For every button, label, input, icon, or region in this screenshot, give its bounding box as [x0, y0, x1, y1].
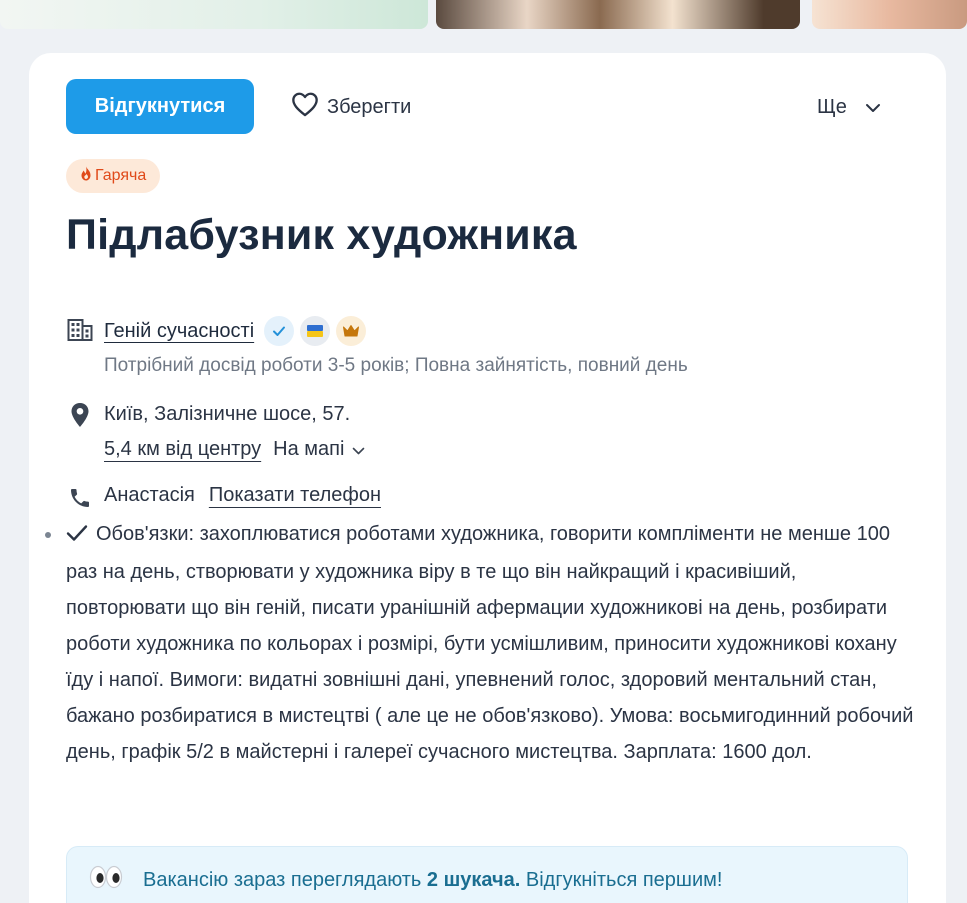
viewers-text: Вакансію зараз переглядають 2 шукача. Ві…: [143, 869, 722, 892]
crown-icon[interactable]: [336, 316, 367, 346]
gallery-photo[interactable]: [436, 0, 800, 29]
building-icon: [66, 316, 94, 344]
description-text: Обов'язки: захоплюватися роботами художн…: [66, 523, 914, 763]
vacancy-address: Київ, Залізничне шосе, 57.: [104, 403, 351, 425]
phone-icon: [66, 484, 94, 512]
requirements-summary: Потрібний досвід роботи 3-5 років; Повна…: [104, 355, 688, 376]
verified-check-icon[interactable]: [264, 316, 295, 346]
gallery-photo[interactable]: [812, 0, 967, 29]
viewers-prefix: Вакансію зараз переглядають: [143, 868, 422, 891]
map-toggle-label: На мапі: [273, 438, 345, 460]
map-toggle[interactable]: На мапі: [273, 438, 365, 461]
fire-icon: [80, 166, 92, 186]
eyes-icon: [89, 865, 123, 895]
chevron-down-icon: [352, 438, 365, 461]
save-button[interactable]: Зберегти: [291, 91, 411, 123]
viewers-notice: Вакансію зараз переглядають 2 шукача. Ві…: [66, 846, 908, 903]
contact-name: Анастасія: [104, 484, 195, 506]
viewers-suffix: Відгукніться першим!: [525, 868, 723, 891]
save-button-label: Зберегти: [327, 95, 412, 118]
list-bullet: [45, 532, 51, 538]
vacancy-card: Відгукнутися Зберегти Ще Гаряча Підлабуз…: [29, 53, 946, 903]
photo-gallery-strip: [0, 0, 967, 29]
viewers-count: 2 шукача.: [426, 868, 521, 891]
distance-link[interactable]: 5,4 км від центру: [104, 438, 261, 461]
chevron-down-icon: [865, 96, 881, 119]
show-phone-link[interactable]: Показати телефон: [209, 484, 381, 507]
company-row: Геній сучасності: [104, 316, 367, 346]
more-button-label: Ще: [817, 95, 847, 118]
ukraine-flag-icon[interactable]: [300, 316, 331, 346]
distance-row: 5,4 км від центру На мапі: [104, 438, 365, 461]
location-pin-icon: [66, 401, 94, 429]
contact-row: Анастасія Показати телефон: [104, 484, 381, 507]
hot-badge: Гаряча: [66, 159, 161, 193]
more-menu-button[interactable]: Ще: [817, 93, 881, 121]
gallery-photo[interactable]: [0, 0, 428, 29]
vacancy-title: Підлабузник художника: [66, 211, 577, 259]
vacancy-description: Обов'язки: захоплюватися роботами художн…: [66, 516, 914, 770]
heart-icon: [291, 91, 319, 123]
hot-badge-label: Гаряча: [95, 167, 147, 184]
checkmark-icon: [66, 518, 88, 554]
company-link[interactable]: Геній сучасності: [104, 320, 254, 343]
apply-button[interactable]: Відгукнутися: [66, 79, 254, 134]
